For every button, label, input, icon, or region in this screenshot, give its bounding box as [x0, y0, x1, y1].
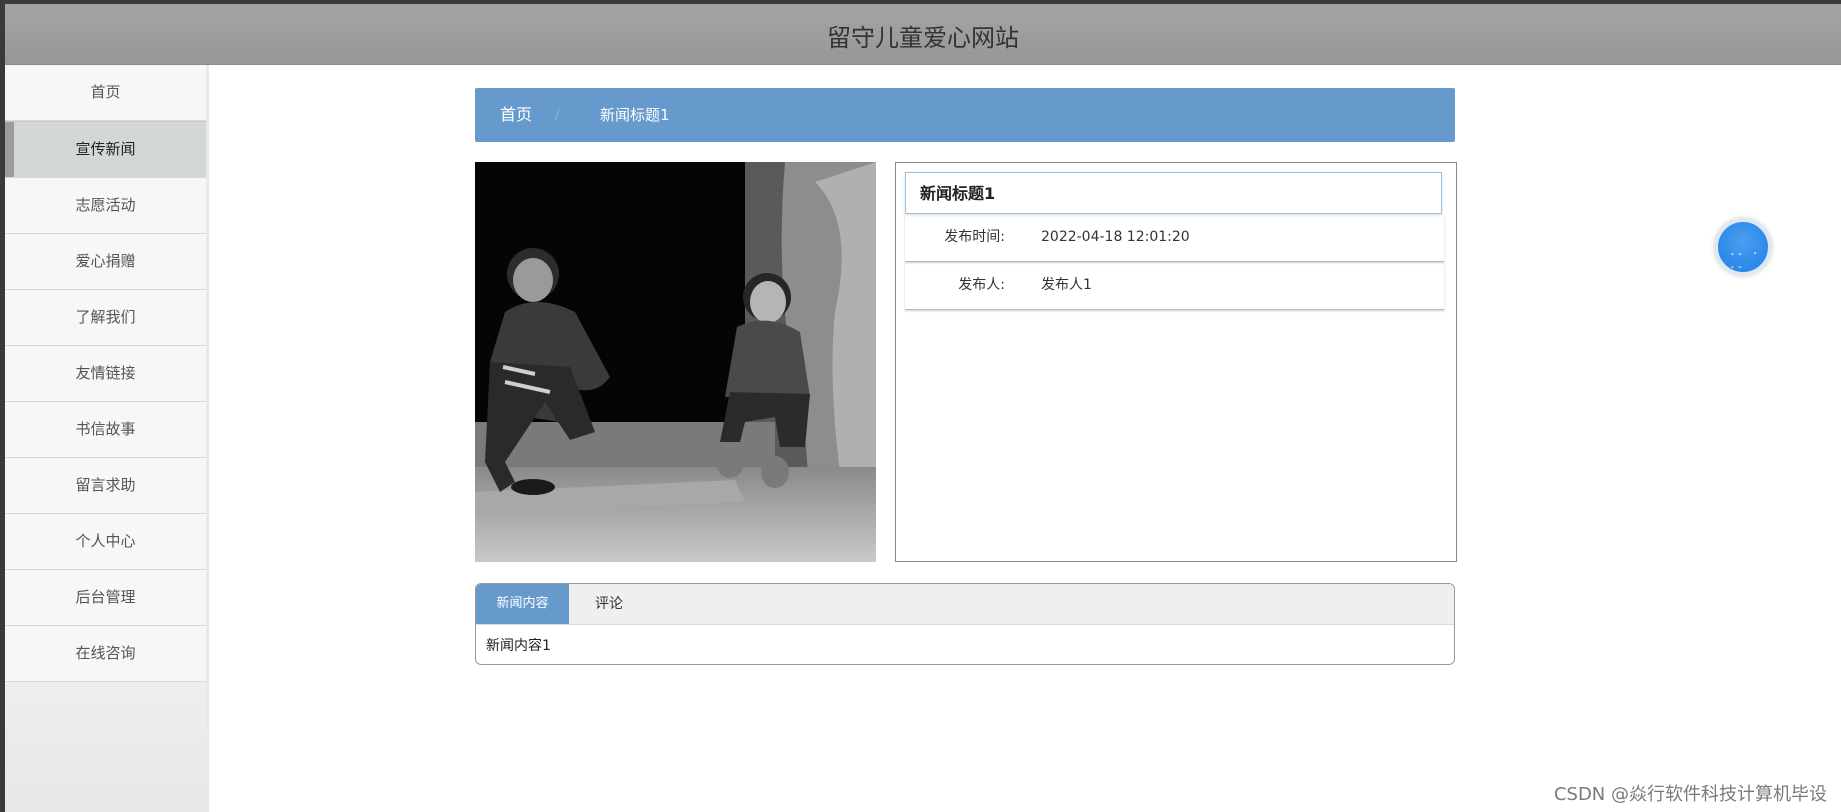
sidebar-item-messages[interactable]: 留言求助	[5, 458, 206, 514]
sidebar-item-label: 宣传新闻	[75, 140, 136, 158]
tab-comments[interactable]: 评论	[569, 584, 649, 624]
sidebar-item-admin[interactable]: 后台管理	[5, 570, 206, 626]
sidebar-nav: 首页 宣传新闻 志愿活动 爱心捐赠 了解我们 友情链接 书信故事 留言求助 个人…	[5, 65, 209, 812]
news-content-text: 新闻内容1	[486, 638, 551, 654]
breadcrumb-current: 新闻标题1	[600, 106, 670, 124]
publish-time-label: 发布时间:	[944, 229, 1005, 245]
article-title: 新闻标题1	[905, 172, 1442, 214]
sidebar-item-label: 书信故事	[75, 420, 136, 438]
article-info-panel: 新闻标题1 发布时间: 2022-04-18 12:01:20 发布人: 发布人…	[895, 162, 1457, 562]
active-indicator	[5, 122, 14, 177]
publisher-label: 发布人:	[958, 277, 1005, 293]
sidebar-item-about[interactable]: 了解我们	[5, 290, 206, 346]
csdn-watermark: CSDN @焱行软件科技计算机毕设	[1553, 784, 1827, 805]
publisher-value: 发布人1	[1041, 277, 1092, 293]
sidebar-item-label: 友情链接	[75, 364, 136, 382]
tab-strip: 新闻内容 评论	[476, 584, 1454, 625]
sidebar-item-label: 个人中心	[75, 532, 136, 550]
publisher-row: 发布人: 发布人1	[905, 262, 1444, 310]
sidebar-item-label: 留言求助	[75, 476, 136, 494]
sidebar-item-links[interactable]: 友情链接	[5, 346, 206, 402]
breadcrumb-home-link[interactable]: 首页	[500, 88, 532, 142]
tab-news-content[interactable]: 新闻内容	[476, 584, 569, 624]
sidebar-item-label: 后台管理	[75, 588, 136, 606]
sidebar-item-label: 了解我们	[75, 308, 136, 326]
sidebar-item-news[interactable]: 宣传新闻	[5, 121, 206, 178]
publish-time-value: 2022-04-18 12:01:20	[1041, 229, 1190, 245]
breadcrumb-separator: /	[555, 107, 560, 123]
sidebar-item-consult[interactable]: 在线咨询	[5, 626, 206, 682]
sidebar-item-label: 在线咨询	[75, 644, 136, 662]
sidebar-item-letters[interactable]: 书信故事	[5, 402, 206, 458]
sidebar-item-label: 首页	[90, 83, 121, 101]
page-frame: 留守儿童爱心网站 首页 宣传新闻 志愿活动 爱心捐赠 了解我们 友情链接 书信故…	[5, 4, 1841, 812]
sidebar-item-label: 志愿活动	[75, 196, 136, 214]
sidebar-item-home[interactable]: 首页	[5, 65, 206, 121]
dash-icon: -- · --	[1729, 247, 1760, 273]
sidebar-item-donation[interactable]: 爱心捐赠	[5, 234, 206, 290]
publish-time-row: 发布时间: 2022-04-18 12:01:20	[905, 214, 1444, 262]
breadcrumb: 首页 / 新闻标题1	[475, 88, 1455, 142]
top-header: 留守儿童爱心网站	[5, 4, 1841, 65]
sidebar-item-volunteer[interactable]: 志愿活动	[5, 178, 206, 234]
article-tabs: 新闻内容 评论 新闻内容1	[475, 583, 1455, 665]
floating-chat-button[interactable]: -- · --	[1715, 219, 1771, 275]
sidebar-item-label: 爱心捐赠	[75, 252, 136, 270]
news-photo-image	[475, 162, 876, 562]
main-content: 首页 / 新闻标题1 新闻标题1 发布时间: 2022-04-18 12:01:…	[209, 65, 1841, 812]
news-photo	[475, 162, 876, 562]
site-title: 留守儿童爱心网站	[827, 24, 1019, 52]
sidebar-item-profile[interactable]: 个人中心	[5, 514, 206, 570]
